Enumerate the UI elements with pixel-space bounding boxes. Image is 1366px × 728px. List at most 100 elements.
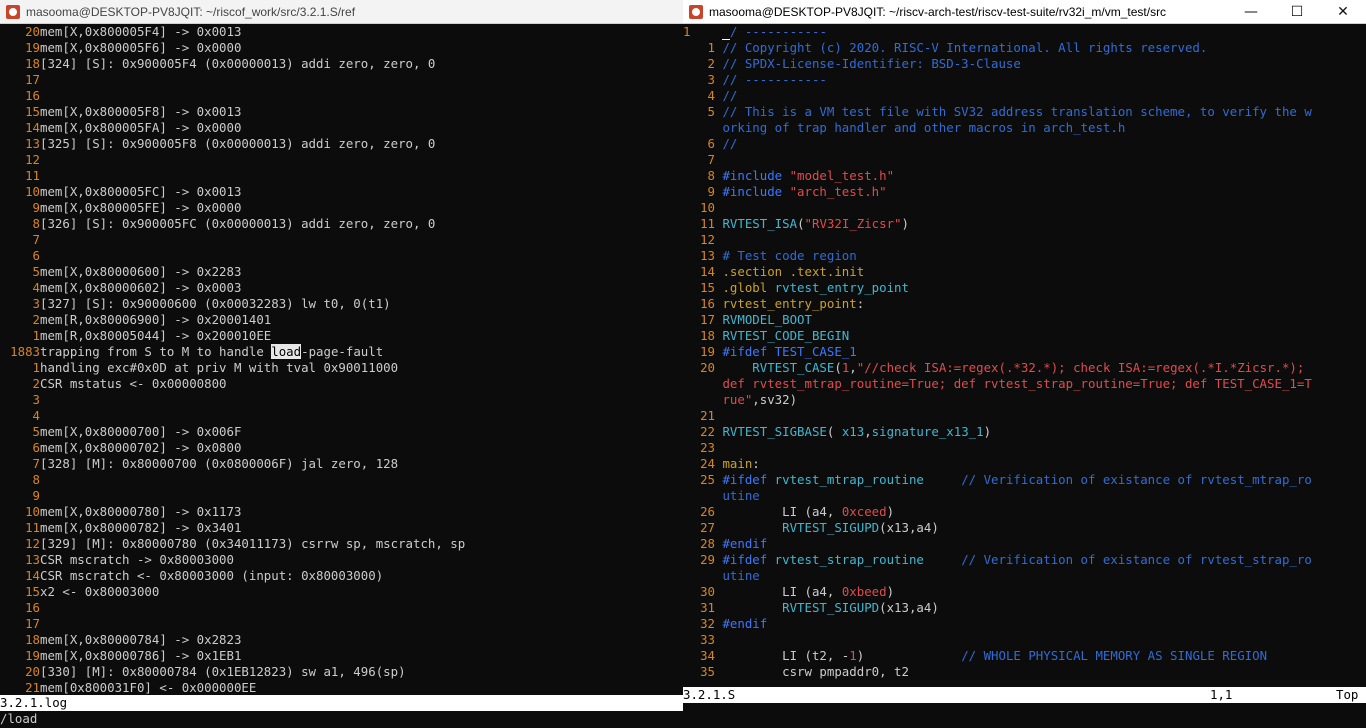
code-line: 34 LI (t2, -1) // WHOLE PHYSICAL MEMORY … (683, 648, 1366, 664)
line-number: 26 (700, 504, 715, 519)
right-title-bar[interactable]: masooma@DESKTOP-PV8JQIT: ~/riscv-arch-te… (683, 0, 1366, 24)
code-line: 25 #ifdef rvtest_mtrap_routine // Verific… (683, 472, 1366, 488)
log-line: 10 mem[X,0x800005FC] -> 0x0013 (0, 184, 683, 200)
line-number: 13 (700, 248, 715, 263)
code-text: // (722, 136, 738, 151)
log-text: CSR mscratch -> 0x80003000 (40, 552, 234, 567)
log-text: handling exc#0x0D at priv M with tval 0x… (40, 360, 399, 375)
log-line: 11 mem[X,0x80000782] -> 0x3401 (0, 520, 683, 536)
line-number: 12 (700, 232, 715, 247)
code-line: 17 RVMODEL_BOOT (683, 312, 1366, 328)
line-number: 12 (25, 536, 40, 551)
log-line: 1883 trapping from S to M to handle load-… (0, 344, 683, 360)
line-number: 1 (32, 328, 40, 343)
line-number: 16 (700, 296, 715, 311)
code-line: 33 (683, 632, 1366, 648)
maximize-button[interactable]: ☐ (1274, 0, 1320, 23)
log-line: 19 mem[X,0x80000786] -> 0x1EB1 (0, 648, 683, 664)
right-status-filename: 3.2.1.S (683, 687, 736, 702)
log-line: 15 x2 <- 0x80003000 (0, 584, 683, 600)
log-line: 12 (0, 152, 683, 168)
ubuntu-app-icon (6, 4, 20, 19)
left-window-title: masooma@DESKTOP-PV8JQIT: ~/riscof_work/s… (26, 4, 356, 19)
minimize-button[interactable]: — (1228, 0, 1274, 23)
code-text: RVTEST_CODE_BEGIN (722, 328, 850, 343)
code-text: LI (t2, -1) // WHOLE PHYSICAL MEMORY AS … (722, 648, 1268, 663)
log-text: mem[X,0x800005FE] -> 0x0000 (40, 200, 242, 215)
left-terminal-window[interactable]: masooma@DESKTOP-PV8JQIT: ~/riscof_work/s… (0, 0, 683, 728)
line-number: 25 (700, 472, 715, 487)
log-line: 6 (0, 248, 683, 264)
right-status-scroll: Top (1336, 687, 1359, 702)
line-number: 24 (700, 456, 715, 471)
line-number: 20 (25, 24, 40, 39)
code-text: # Test code region (722, 248, 857, 263)
log-line: 4 (0, 408, 683, 424)
log-line: 3 [327] [S]: 0x90000600 (0x00032283) lw t… (0, 296, 683, 312)
line-number: 18 (700, 328, 715, 343)
line-number: 3 (707, 72, 715, 87)
code-text: csrw pmpaddr0, t2 (722, 664, 909, 679)
code-text: orking of trap handler and other macros … (722, 120, 1126, 135)
right-status-bar: 3.2.1.S 1,1 Top (683, 687, 1366, 703)
log-line: 6 mem[X,0x80000702] -> 0x0800 (0, 440, 683, 456)
log-line: 2 CSR mstatus <- 0x00000800 (0, 376, 683, 392)
log-line: 14 CSR mscratch <- 0x80003000 (input: 0x8… (0, 568, 683, 584)
left-log-view[interactable]: 20 mem[X,0x800005F4] -> 0x0013 19 mem[X,0x8… (0, 24, 683, 696)
right-editor-view[interactable]: 1 / ----------- 1// Copyright (c) 2020. R… (683, 24, 1366, 680)
code-line: 26 LI (a4, 0xceed) (683, 504, 1366, 520)
log-text: mem[0x800031F0] <- 0x000000EE (40, 680, 257, 695)
line-number: 5 (707, 104, 715, 119)
code-line: 30 LI (a4, 0xbeed) (683, 584, 1366, 600)
line-number: 18 (25, 56, 40, 71)
right-command-line[interactable] (683, 711, 1366, 728)
log-line: 8 (0, 472, 683, 488)
log-line: 14 mem[X,0x800005FA] -> 0x0000 (0, 120, 683, 136)
log-text: [327] [S]: 0x90000600 (0x00032283) lw t0… (40, 296, 391, 311)
code-text: #ifdef rvtest_strap_routine // Verificat… (722, 552, 1312, 567)
code-text: def rvtest_mtrap_routine=True; def rvtes… (722, 376, 1312, 391)
log-line: 4 mem[X,0x80000602] -> 0x0003 (0, 280, 683, 296)
close-button[interactable]: ✕ (1320, 0, 1366, 23)
log-line: 13 [325] [S]: 0x900005F8 (0x00000013) add… (0, 136, 683, 152)
right-terminal-window[interactable]: masooma@DESKTOP-PV8JQIT: ~/riscv-arch-te… (683, 0, 1366, 728)
code-text: .globl rvtest_entry_point (722, 280, 909, 295)
log-line: 16 (0, 600, 683, 616)
left-command-line[interactable]: /load (0, 711, 683, 728)
log-text: mem[X,0x80000780] -> 0x1173 (40, 504, 242, 519)
code-line: 2 // SPDX-License-Identifier: BSD-3-Claus… (683, 56, 1366, 72)
line-number: 6 (32, 248, 40, 263)
log-text: mem[X,0x800005F4] -> 0x0013 (40, 24, 242, 39)
line-number: 5 (32, 424, 40, 439)
ubuntu-app-icon (689, 4, 703, 19)
log-line: 20 [330] [M]: 0x80000784 (0x1EB12823) sw … (0, 664, 683, 680)
line-number: 20 (700, 360, 715, 375)
right-status-position: 1,1 (1210, 687, 1233, 702)
code-text: #include "model_test.h" (722, 168, 895, 183)
window-controls: — ☐ ✕ (1228, 0, 1366, 23)
line-number: 19 (700, 344, 715, 359)
line-number: 28 (700, 536, 715, 551)
code-line: 1 / ----------- (683, 24, 1366, 40)
code-line: 23 (683, 440, 1366, 456)
log-line: 16 (0, 88, 683, 104)
code-text: .section .text.init (722, 264, 865, 279)
code-line: 22 RVTEST_SIGBASE( x13,signature_x13_1) (683, 424, 1366, 440)
log-line: 20 mem[X,0x800005F4] -> 0x0013 (0, 24, 683, 40)
code-text: RVTEST_CASE(1,"//check ISA:=regex(.*32.*… (722, 360, 1305, 375)
log-text: CSR mscratch <- 0x80003000 (input: 0x800… (40, 568, 384, 583)
log-line: 18 mem[X,0x80000784] -> 0x2823 (0, 632, 683, 648)
left-title-bar[interactable]: masooma@DESKTOP-PV8JQIT: ~/riscof_work/s… (0, 0, 683, 24)
log-line: 21 mem[0x800031F0] <- 0x000000EE (0, 680, 683, 696)
code-line: 19 #ifdef TEST_CASE_1 (683, 344, 1366, 360)
log-text: trapping from S to M to handle load-page… (40, 344, 384, 359)
code-line: 1 // Copyright (c) 2020. RISC-V Internati… (683, 40, 1366, 56)
log-line: 10 mem[X,0x80000780] -> 0x1173 (0, 504, 683, 520)
line-number: 31 (700, 600, 715, 615)
